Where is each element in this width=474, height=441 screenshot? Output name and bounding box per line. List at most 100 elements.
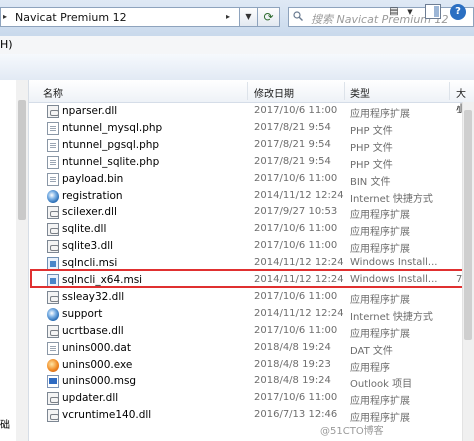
file-row[interactable]: scilexer.dll 2017/9/27 10:53 应用程序扩展	[29, 204, 474, 221]
watermark: @51CTO博客	[320, 426, 384, 437]
column-header-type[interactable]: 类型	[350, 85, 370, 100]
column-divider[interactable]	[449, 82, 450, 100]
file-type: 应用程序扩展	[350, 109, 410, 120]
dll-file-icon	[47, 392, 59, 406]
file-row[interactable]: ssleay32.dll 2017/10/6 11:00 应用程序扩展	[29, 289, 474, 306]
file-date: 2018/4/8 19:23	[254, 358, 331, 370]
navigation-label: 础	[0, 420, 10, 431]
toolbar	[0, 54, 474, 81]
address-path: Navicat Premium 12	[15, 11, 127, 24]
file-type: 应用程序扩展	[350, 294, 410, 306]
view-options-icon[interactable]: ▤	[384, 4, 404, 20]
file-type: 应用程序	[350, 362, 390, 374]
column-divider[interactable]	[344, 82, 345, 100]
file-date: 2018/4/8 19:24	[254, 375, 331, 387]
file-row[interactable]: sqlite.dll 2017/10/6 11:00 应用程序扩展	[29, 221, 474, 238]
file-name: unins000.msg	[62, 375, 137, 388]
file-name: scilexer.dll	[62, 206, 117, 219]
column-header-row: 名称 修改日期 类型 大小	[29, 80, 474, 115]
chevron-right-icon: ▸	[226, 12, 231, 21]
file-date: 2017/10/6 11:00	[254, 392, 338, 404]
address-field[interactable]: ▸ Navicat Premium 12 ▸	[0, 7, 240, 27]
refresh-button[interactable]: ⟳	[258, 7, 280, 27]
file-name: nparser.dll	[62, 105, 118, 117]
column-header-name[interactable]: 名称	[43, 85, 63, 100]
file-name: support	[62, 307, 103, 320]
menu-item-help[interactable]: H)	[0, 38, 13, 51]
file-date: 2016/7/13 12:46	[254, 409, 338, 421]
file-row[interactable]: vcruntime140.dll 2016/7/13 12:46 应用程序扩展	[29, 407, 474, 424]
file-date: 2017/9/27 10:53	[254, 206, 338, 218]
file-type: PHP 文件	[350, 142, 393, 154]
web-file-icon	[47, 307, 59, 321]
dll-file-icon	[47, 324, 59, 338]
doc-file-icon	[47, 155, 59, 169]
file-name: sqlncli.msi	[62, 257, 118, 270]
doc-file-icon	[47, 172, 59, 186]
highlight-box	[30, 269, 468, 288]
chevron-right-icon: ▸	[3, 12, 8, 21]
address-dropdown-button[interactable]: ▼	[240, 7, 258, 27]
msg-file-icon	[47, 375, 59, 389]
help-icon[interactable]: ?	[450, 4, 466, 20]
file-row[interactable]: updater.dll 2017/10/6 11:00 应用程序扩展	[29, 390, 474, 407]
exe-file-icon	[47, 358, 59, 372]
doc-file-icon	[47, 138, 59, 152]
file-row[interactable]: nparser.dll2017/10/6 11:00应用程序扩展13	[29, 103, 474, 120]
file-row[interactable]: ntunnel_sqlite.php 2017/8/21 9:54 PHP 文件	[29, 154, 474, 171]
vertical-scroll-thumb[interactable]	[464, 110, 472, 340]
file-name: sqlite.dll	[62, 223, 107, 236]
file-type: Outlook 项目	[350, 379, 413, 391]
file-type: Internet 快捷方式	[350, 193, 433, 205]
column-divider[interactable]	[247, 82, 248, 100]
file-name: unins000.exe	[62, 358, 133, 371]
menu-bar: H)	[0, 36, 474, 55]
file-row[interactable]: sqlite3.dll 2017/10/6 11:00 应用程序扩展	[29, 238, 474, 255]
file-name: unins000.dat	[62, 341, 131, 354]
file-date: 2014/11/12 12:24	[254, 189, 344, 201]
navigation-scroll-thumb[interactable]	[18, 100, 26, 220]
file-date: 2017/10/6 11:00	[254, 290, 338, 302]
file-row[interactable]: registration 2014/11/12 12:24 Internet 快捷方…	[29, 188, 474, 205]
file-date: 2014/11/12 12:24	[254, 257, 344, 269]
file-date: 2017/10/6 11:00	[254, 240, 338, 252]
file-row[interactable]: ucrtbase.dll 2017/10/6 11:00 应用程序扩展	[29, 323, 474, 340]
chevron-down-icon[interactable]: ▼	[404, 4, 416, 20]
file-row[interactable]: unins000.dat 2018/4/8 19:24 DAT 文件	[29, 340, 474, 357]
file-date: 2017/8/21 9:54	[254, 155, 331, 167]
dll-file-icon	[47, 290, 59, 304]
column-header-date[interactable]: 修改日期	[254, 85, 294, 100]
file-date: 2014/11/12 12:24	[254, 307, 344, 319]
search-icon	[293, 11, 303, 21]
file-row[interactable]: support 2014/11/12 12:24 Internet 快捷方式	[29, 306, 474, 323]
file-date: 2017/10/6 11:00	[254, 105, 338, 116]
file-name: registration	[62, 189, 123, 202]
file-type: Windows Install...	[350, 257, 438, 269]
file-type: PHP 文件	[350, 159, 393, 171]
file-row[interactable]: payload.bin 2017/10/6 11:00 BIN 文件	[29, 171, 474, 188]
file-type: 应用程序扩展	[350, 244, 410, 256]
file-row[interactable]: unins000.exe 2018/4/8 19:23 应用程序	[29, 357, 474, 374]
file-type: DAT 文件	[350, 345, 393, 357]
file-type: Internet 快捷方式	[350, 311, 433, 323]
search-input[interactable]: 搜索 Navicat Premium 12	[288, 7, 474, 27]
preview-pane-icon[interactable]	[425, 4, 441, 19]
dll-file-icon	[47, 105, 59, 118]
file-date: 2017/10/6 11:00	[254, 223, 338, 235]
file-row[interactable]: ntunnel_mysql.php 2017/8/21 9:54 PHP 文件	[29, 120, 474, 137]
file-name: sqlite3.dll	[62, 240, 114, 253]
file-type: BIN 文件	[350, 176, 391, 188]
web-file-icon	[47, 189, 59, 203]
file-name: ntunnel_mysql.php	[62, 121, 163, 134]
file-type: PHP 文件	[350, 125, 393, 137]
file-row[interactable]: ntunnel_pgsql.php 2017/8/21 9:54 PHP 文件	[29, 137, 474, 154]
file-date: 2017/10/6 11:00	[254, 324, 338, 336]
doc-file-icon	[47, 121, 59, 135]
file-date: 2018/4/8 19:24	[254, 341, 331, 353]
file-date: 2017/8/21 9:54	[254, 138, 331, 150]
dll-file-icon	[47, 206, 59, 220]
dll-file-icon	[47, 223, 59, 237]
dll-file-icon	[47, 240, 59, 254]
file-row[interactable]: unins000.msg 2018/4/8 19:24 Outlook 项目	[29, 373, 474, 390]
file-name: ntunnel_sqlite.php	[62, 155, 160, 168]
